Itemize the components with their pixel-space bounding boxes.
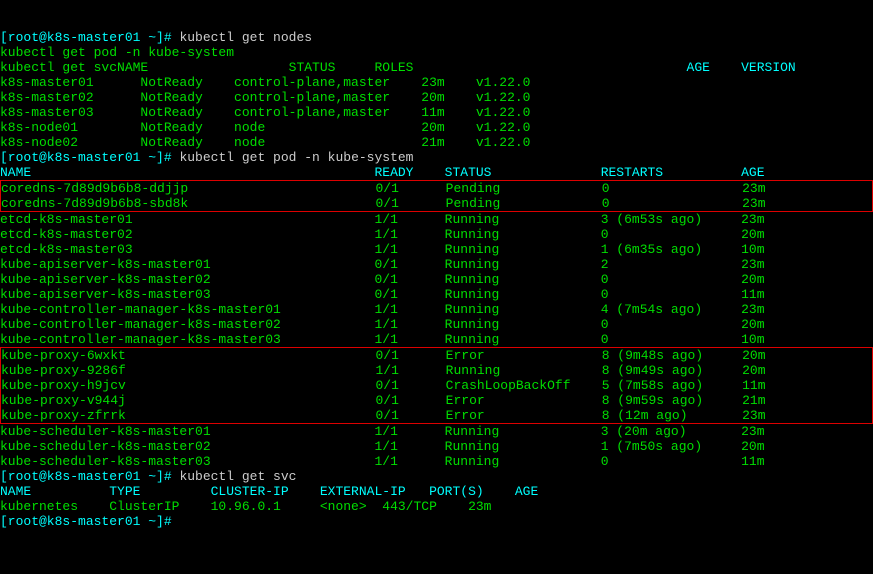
terminal-line: NAME TYPE CLUSTER-IP EXTERNAL-IP PORT(S)… [0, 484, 873, 499]
pod-row: kube-proxy-9286f 1/1 Running 8 (9m49s ag… [1, 363, 872, 378]
pod-row: kube-scheduler-k8s-master03 1/1 Running … [0, 454, 873, 469]
pod-row: kube-scheduler-k8s-master01 1/1 Running … [0, 424, 873, 439]
terminal-line: kubectl get pod -n kube-system [0, 45, 873, 60]
terminal-line: k8s-master03 NotReady control-plane,mast… [0, 105, 873, 120]
highlight-box-kubeproxy: kube-proxy-6wxkt 0/1 Error 8 (9m48s ago)… [0, 347, 873, 424]
terminal-line: [root@k8s-master01 ~]# kubectl get nodes [0, 30, 873, 45]
terminal-line: [root@k8s-master01 ~]# kubectl get pod -… [0, 150, 873, 165]
pod-row: kube-apiserver-k8s-master03 0/1 Running … [0, 287, 873, 302]
terminal-line: k8s-node02 NotReady node 21m v1.22.0 [0, 135, 873, 150]
highlight-box-coredns: coredns-7d89d9b6b8-ddjjp 0/1 Pending 0 2… [0, 180, 873, 212]
pod-row: kube-controller-manager-k8s-master02 1/1… [0, 317, 873, 332]
pod-row: kube-proxy-v944j 0/1 Error 8 (9m59s ago)… [1, 393, 872, 408]
pod-row: kube-controller-manager-k8s-master01 1/1… [0, 302, 873, 317]
terminal-line: [root@k8s-master01 ~]# kubectl get svc [0, 469, 873, 484]
pod-row: kube-controller-manager-k8s-master03 1/1… [0, 332, 873, 347]
pod-row: kube-proxy-6wxkt 0/1 Error 8 (9m48s ago)… [1, 348, 872, 363]
terminal-line: kubectl get svcNAME STATUS ROLES AGE VER… [0, 60, 873, 75]
terminal-line: NAME READY STATUS RESTARTS AGE [0, 165, 873, 180]
pod-row: etcd-k8s-master03 1/1 Running 1 (6m35s a… [0, 242, 873, 257]
pod-row: kube-proxy-zfrrk 0/1 Error 8 (12m ago) 2… [1, 408, 872, 423]
pod-row: kube-apiserver-k8s-master02 0/1 Running … [0, 272, 873, 287]
terminal-line: k8s-master01 NotReady control-plane,mast… [0, 75, 873, 90]
terminal[interactable]: [root@k8s-master01 ~]# kubectl get nodes… [0, 30, 873, 529]
pod-row: etcd-k8s-master02 1/1 Running 0 20m [0, 227, 873, 242]
pod-row: coredns-7d89d9b6b8-sbd8k 0/1 Pending 0 2… [1, 196, 872, 211]
pod-row: etcd-k8s-master01 1/1 Running 3 (6m53s a… [0, 212, 873, 227]
pod-row: kube-proxy-h9jcv 0/1 CrashLoopBackOff 5 … [1, 378, 872, 393]
terminal-line: kubernetes ClusterIP 10.96.0.1 <none> 44… [0, 499, 873, 514]
terminal-line: k8s-master02 NotReady control-plane,mast… [0, 90, 873, 105]
pod-row: coredns-7d89d9b6b8-ddjjp 0/1 Pending 0 2… [1, 181, 872, 196]
pod-row: kube-scheduler-k8s-master02 1/1 Running … [0, 439, 873, 454]
terminal-line: k8s-node01 NotReady node 20m v1.22.0 [0, 120, 873, 135]
pod-row: kube-apiserver-k8s-master01 0/1 Running … [0, 257, 873, 272]
terminal-line: [root@k8s-master01 ~]# [0, 514, 873, 529]
